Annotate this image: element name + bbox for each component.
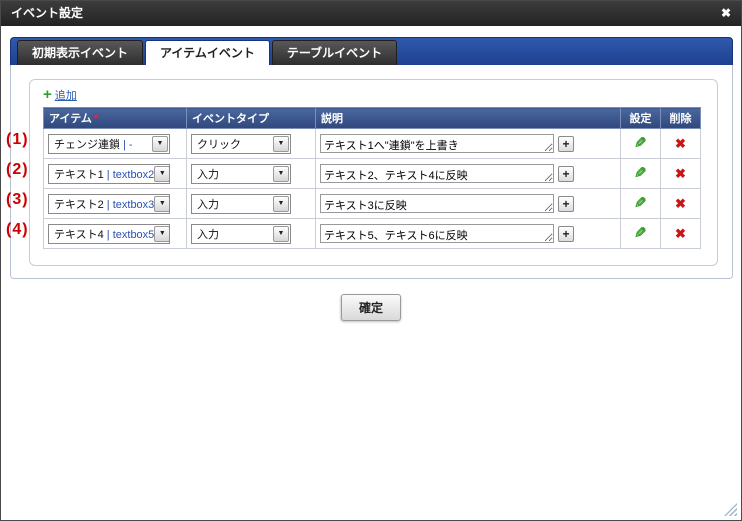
item-select-value: テキスト2 xyxy=(54,199,104,211)
item-select[interactable]: チェンジ連鎖| - ▼ xyxy=(48,134,170,154)
table-row: チェンジ連鎖| - ▼ クリック ▼ テキスト1へ"連鎖"を上書き+ ✎ ✖ xyxy=(44,129,701,159)
item-select-value: チェンジ連鎖 xyxy=(54,139,120,151)
row-annotation: (3) xyxy=(6,191,40,208)
table-row: テキスト1| textbox2 ▼ 入力 ▼ テキスト2、テキスト4に反映+ ✎… xyxy=(44,159,701,189)
expand-description-button[interactable]: + xyxy=(558,136,574,152)
row-annotation: (4) xyxy=(6,221,40,238)
tab-item-event[interactable]: アイテムイベント xyxy=(145,40,270,65)
chevron-down-icon[interactable]: ▼ xyxy=(273,226,289,242)
description-cell: テキスト1へ"連鎖"を上書き+ xyxy=(316,129,621,159)
add-row-link[interactable]: + 追加 xyxy=(43,87,77,103)
pencil-icon[interactable]: ✎ xyxy=(634,194,647,212)
event-type-select-value: クリック xyxy=(197,136,241,152)
chevron-down-icon[interactable]: ▼ xyxy=(273,166,289,182)
event-type-cell: 入力 ▼ xyxy=(187,159,316,189)
chevron-down-icon[interactable]: ▼ xyxy=(154,166,170,182)
resize-grip-icon[interactable] xyxy=(724,503,737,516)
required-asterisk: * xyxy=(94,113,98,125)
chevron-down-icon[interactable]: ▼ xyxy=(154,196,170,212)
row-annotation: (2) xyxy=(6,161,40,178)
item-select-id: | textbox2 xyxy=(107,169,155,181)
header-description: 説明 xyxy=(316,108,621,129)
description-textarea[interactable]: テキスト5、テキスト6に反映 xyxy=(320,224,554,243)
close-icon[interactable]: ✖ xyxy=(721,6,731,20)
item-select-id: | textbox5 xyxy=(107,229,155,241)
item-select[interactable]: テキスト2| textbox3 ▼ xyxy=(48,194,170,214)
description-cell: テキスト5、テキスト6に反映+ xyxy=(316,219,621,249)
event-settings-dialog: イベント設定 ✖ 初期表示イベント アイテムイベント テーブルイベント + 追加 xyxy=(0,0,742,521)
pencil-icon[interactable]: ✎ xyxy=(634,164,647,182)
item-select-value: テキスト4 xyxy=(54,229,104,241)
header-settings: 設定 xyxy=(621,108,661,129)
table-header-row: アイテム* イベントタイプ 説明 設定 削除 xyxy=(44,108,701,129)
confirm-button[interactable]: 確定 xyxy=(341,294,401,321)
item-select[interactable]: テキスト4| textbox5 ▼ xyxy=(48,224,170,244)
chevron-down-icon[interactable]: ▼ xyxy=(273,196,289,212)
delete-cell: ✖ xyxy=(661,159,701,189)
tab-table-event[interactable]: テーブルイベント xyxy=(272,40,397,65)
item-select[interactable]: テキスト1| textbox2 ▼ xyxy=(48,164,170,184)
item-select-id: | textbox3 xyxy=(107,199,155,211)
description-textarea[interactable]: テキスト2、テキスト4に反映 xyxy=(320,164,554,183)
delete-icon[interactable]: ✖ xyxy=(675,226,686,241)
item-cell: チェンジ連鎖| - ▼ xyxy=(44,129,187,159)
event-type-select[interactable]: 入力 ▼ xyxy=(191,224,291,244)
tab-strip: 初期表示イベント アイテムイベント テーブルイベント xyxy=(10,37,733,65)
row-annotation: (1) xyxy=(6,131,40,148)
header-item: アイテム* xyxy=(44,108,187,129)
table-row: テキスト2| textbox3 ▼ 入力 ▼ テキスト3に反映+ ✎ ✖ xyxy=(44,189,701,219)
event-type-cell: 入力 ▼ xyxy=(187,219,316,249)
event-type-select-value: 入力 xyxy=(197,226,219,242)
delete-cell: ✖ xyxy=(661,189,701,219)
table-row: テキスト4| textbox5 ▼ 入力 ▼ テキスト5、テキスト6に反映+ ✎… xyxy=(44,219,701,249)
event-list-panel: + 追加 アイテム* イベントタイプ 説明 設定 xyxy=(29,79,718,266)
dialog-title: イベント設定 xyxy=(11,6,83,20)
item-cell: テキスト1| textbox2 ▼ xyxy=(44,159,187,189)
delete-icon[interactable]: ✖ xyxy=(675,166,686,181)
expand-description-button[interactable]: + xyxy=(558,166,574,182)
event-type-select[interactable]: 入力 ▼ xyxy=(191,194,291,214)
delete-cell: ✖ xyxy=(661,129,701,159)
delete-cell: ✖ xyxy=(661,219,701,249)
expand-description-button[interactable]: + xyxy=(558,226,574,242)
description-cell: テキスト3に反映+ xyxy=(316,189,621,219)
delete-icon[interactable]: ✖ xyxy=(675,136,686,151)
item-cell: テキスト2| textbox3 ▼ xyxy=(44,189,187,219)
event-table: アイテム* イベントタイプ 説明 設定 削除 チェンジ連鎖| - ▼ xyxy=(43,107,701,249)
description-textarea[interactable]: テキスト3に反映 xyxy=(320,194,554,213)
event-type-select-value: 入力 xyxy=(197,196,219,212)
pencil-icon[interactable]: ✎ xyxy=(634,224,647,242)
pencil-icon[interactable]: ✎ xyxy=(634,134,647,152)
settings-cell: ✎ xyxy=(621,219,661,249)
item-cell: テキスト4| textbox5 ▼ xyxy=(44,219,187,249)
delete-icon[interactable]: ✖ xyxy=(675,196,686,211)
chevron-down-icon[interactable]: ▼ xyxy=(152,136,168,152)
expand-description-button[interactable]: + xyxy=(558,196,574,212)
header-delete: 削除 xyxy=(661,108,701,129)
add-plus-icon: + xyxy=(43,89,52,101)
chevron-down-icon[interactable]: ▼ xyxy=(154,226,170,242)
item-select-id: | - xyxy=(123,139,133,151)
settings-cell: ✎ xyxy=(621,189,661,219)
event-type-cell: クリック ▼ xyxy=(187,129,316,159)
header-event-type: イベントタイプ xyxy=(187,108,316,129)
item-select-value: テキスト1 xyxy=(54,169,104,181)
tab-widget: 初期表示イベント アイテムイベント テーブルイベント + 追加 xyxy=(10,37,733,279)
settings-cell: ✎ xyxy=(621,159,661,189)
settings-cell: ✎ xyxy=(621,129,661,159)
dialog-titlebar[interactable]: イベント設定 xyxy=(1,1,741,26)
tab-initial-display-event[interactable]: 初期表示イベント xyxy=(17,40,143,65)
event-table-body: チェンジ連鎖| - ▼ クリック ▼ テキスト1へ"連鎖"を上書き+ ✎ ✖ テ… xyxy=(44,129,701,249)
tab-panel-item-event: + 追加 アイテム* イベントタイプ 説明 設定 xyxy=(10,65,733,279)
event-type-select-value: 入力 xyxy=(197,166,219,182)
event-type-cell: 入力 ▼ xyxy=(187,189,316,219)
chevron-down-icon[interactable]: ▼ xyxy=(273,136,289,152)
description-cell: テキスト2、テキスト4に反映+ xyxy=(316,159,621,189)
description-textarea[interactable]: テキスト1へ"連鎖"を上書き xyxy=(320,134,554,153)
add-link-label: 追加 xyxy=(55,87,77,103)
event-type-select[interactable]: 入力 ▼ xyxy=(191,164,291,184)
event-type-select[interactable]: クリック ▼ xyxy=(191,134,291,154)
